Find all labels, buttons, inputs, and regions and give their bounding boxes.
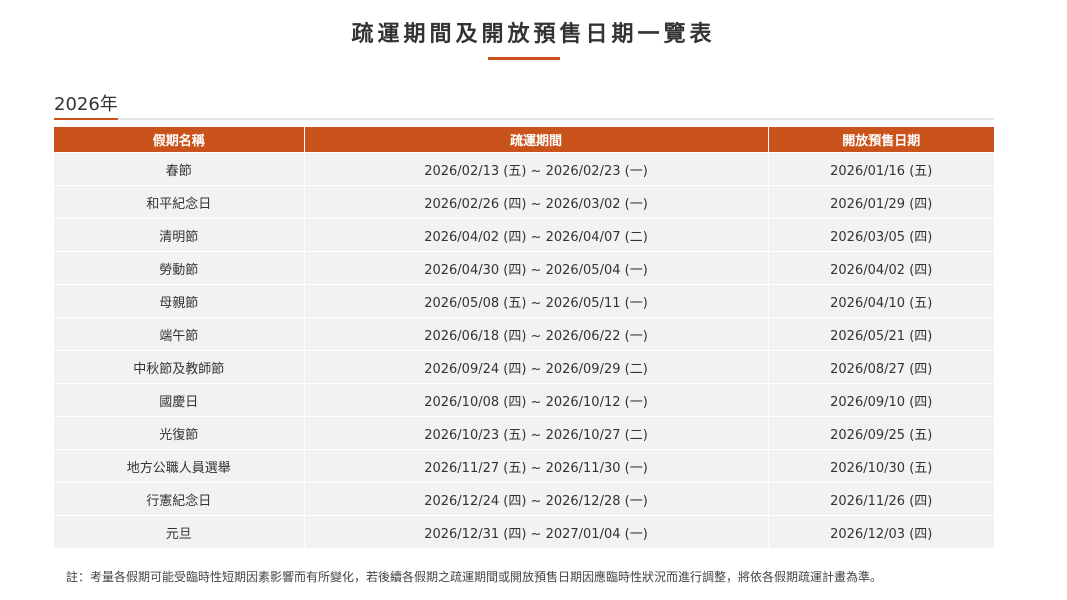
holiday-name-cell: 勞動節 — [54, 251, 305, 285]
presale-date-cell: 2026/01/29 (四) — [768, 185, 994, 219]
transport-period-cell: 2026/12/24 (四) ~ 2026/12/28 (一) — [304, 482, 769, 516]
presale-date-cell: 2026/04/10 (五) — [768, 284, 994, 318]
year-label: 2026年 — [54, 94, 118, 115]
presale-date-cell: 2026/10/30 (五) — [768, 449, 994, 483]
transport-period-cell: 2026/04/02 (四) ~ 2026/04/07 (二) — [304, 218, 769, 252]
table-row: 中秋節及教師節 2026/09/24 (四) ~ 2026/09/29 (二) … — [54, 350, 994, 384]
presale-date-cell: 2026/05/21 (四) — [768, 317, 994, 351]
title-underline — [488, 57, 560, 60]
transport-period-cell: 2026/09/24 (四) ~ 2026/09/29 (二) — [304, 350, 769, 384]
holiday-name-cell: 和平紀念日 — [54, 185, 305, 219]
page-title: 疏運期間及開放預售日期一覽表 — [351, 22, 716, 47]
transport-period-cell: 2026/10/08 (四) ~ 2026/10/12 (一) — [304, 383, 769, 417]
holiday-name-cell: 端午節 — [54, 317, 305, 351]
year-divider-accent — [54, 118, 118, 120]
presale-date-cell: 2026/04/02 (四) — [768, 251, 994, 285]
page: 疏運期間及開放預售日期一覽表 2026年 假期名稱 疏運期間 開放預售日期 春節… — [0, 0, 1067, 600]
transport-period-cell: 2026/02/26 (四) ~ 2026/03/02 (一) — [304, 185, 769, 219]
table-header-row: 假期名稱 疏運期間 開放預售日期 — [54, 127, 994, 153]
holiday-name-cell: 地方公職人員選舉 — [54, 449, 305, 483]
holiday-name-cell: 春節 — [54, 152, 305, 186]
presale-date-cell: 2026/09/25 (五) — [768, 416, 994, 450]
table-row: 春節 2026/02/13 (五) ~ 2026/02/23 (一) 2026/… — [54, 152, 994, 186]
header-holiday-name: 假期名稱 — [54, 127, 305, 153]
header-presale-date: 開放預售日期 — [768, 127, 994, 153]
table-row: 端午節 2026/06/18 (四) ~ 2026/06/22 (一) 2026… — [54, 317, 994, 351]
holiday-name-cell: 國慶日 — [54, 383, 305, 417]
table-row: 光復節 2026/10/23 (五) ~ 2026/10/27 (二) 2026… — [54, 416, 994, 450]
header-transport-period: 疏運期間 — [304, 127, 769, 153]
table-row: 行憲紀念日 2026/12/24 (四) ~ 2026/12/28 (一) 20… — [54, 482, 994, 516]
transport-period-cell: 2026/06/18 (四) ~ 2026/06/22 (一) — [304, 317, 769, 351]
transport-period-cell: 2026/05/08 (五) ~ 2026/05/11 (一) — [304, 284, 769, 318]
presale-date-cell: 2026/01/16 (五) — [768, 152, 994, 186]
table-row: 母親節 2026/05/08 (五) ~ 2026/05/11 (一) 2026… — [54, 284, 994, 318]
table-row: 地方公職人員選舉 2026/11/27 (五) ~ 2026/11/30 (一)… — [54, 449, 994, 483]
presale-date-cell: 2026/08/27 (四) — [768, 350, 994, 384]
presale-date-cell: 2026/03/05 (四) — [768, 218, 994, 252]
year-divider — [54, 118, 994, 120]
transport-period-cell: 2026/10/23 (五) ~ 2026/10/27 (二) — [304, 416, 769, 450]
transport-period-cell: 2026/12/31 (四) ~ 2027/01/04 (一) — [304, 515, 769, 548]
schedule-table: 假期名稱 疏運期間 開放預售日期 春節 2026/02/13 (五) ~ 202… — [54, 127, 994, 548]
table-row: 國慶日 2026/10/08 (四) ~ 2026/10/12 (一) 2026… — [54, 383, 994, 417]
holiday-name-cell: 中秋節及教師節 — [54, 350, 305, 384]
presale-date-cell: 2026/12/03 (四) — [768, 515, 994, 548]
holiday-name-cell: 元旦 — [54, 515, 305, 548]
table-row: 勞動節 2026/04/30 (四) ~ 2026/05/04 (一) 2026… — [54, 251, 994, 285]
holiday-name-cell: 光復節 — [54, 416, 305, 450]
table-row: 和平紀念日 2026/02/26 (四) ~ 2026/03/02 (一) 20… — [54, 185, 994, 219]
holiday-name-cell: 行憲紀念日 — [54, 482, 305, 516]
footnote: 註：考量各假期可能受臨時性短期因素影響而有所變化，若後續各假期之疏運期間或開放預… — [66, 570, 883, 584]
table-row: 元旦 2026/12/31 (四) ~ 2027/01/04 (一) 2026/… — [54, 515, 994, 548]
holiday-name-cell: 清明節 — [54, 218, 305, 252]
table-row: 清明節 2026/04/02 (四) ~ 2026/04/07 (二) 2026… — [54, 218, 994, 252]
transport-period-cell: 2026/04/30 (四) ~ 2026/05/04 (一) — [304, 251, 769, 285]
transport-period-cell: 2026/11/27 (五) ~ 2026/11/30 (一) — [304, 449, 769, 483]
transport-period-cell: 2026/02/13 (五) ~ 2026/02/23 (一) — [304, 152, 769, 186]
presale-date-cell: 2026/11/26 (四) — [768, 482, 994, 516]
holiday-name-cell: 母親節 — [54, 284, 305, 318]
presale-date-cell: 2026/09/10 (四) — [768, 383, 994, 417]
